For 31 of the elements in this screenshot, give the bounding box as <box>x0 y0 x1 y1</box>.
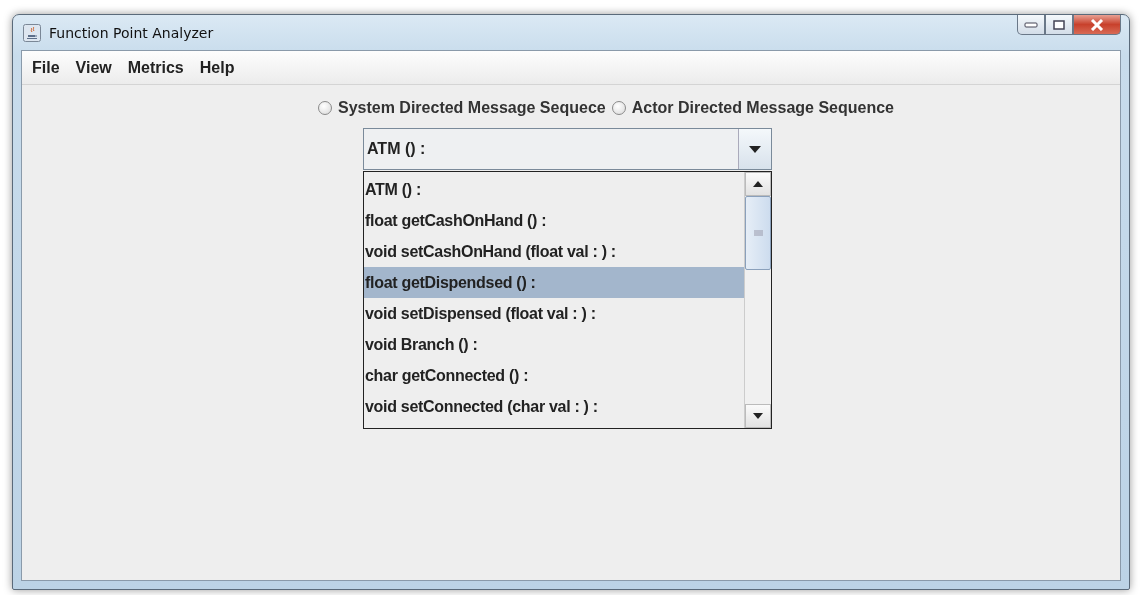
radio-button[interactable] <box>611 101 626 115</box>
close-icon <box>1090 18 1104 31</box>
minimize-icon <box>1024 21 1038 28</box>
menu-item[interactable]: Metrics <box>122 58 189 77</box>
list-item[interactable]: void setCashOnHand (float val : ) : <box>364 236 744 267</box>
list-item[interactable]: float getDispendsed () : <box>364 267 744 298</box>
up-arrow-icon <box>753 181 763 187</box>
radio-button[interactable] <box>318 101 332 115</box>
menu-item[interactable]: Help <box>194 58 240 77</box>
menu-item[interactable]: File <box>27 58 65 77</box>
radio-label[interactable]: Actor Directed Message Sequence <box>631 99 894 117</box>
close-button[interactable] <box>1073 15 1121 35</box>
list-item[interactable]: char getConnected () : <box>364 360 744 391</box>
minimize-button[interactable] <box>1017 15 1045 35</box>
menu-item[interactable]: View <box>70 58 117 77</box>
list-item[interactable]: void setConnected (char val : ) : <box>364 391 744 422</box>
maximize-icon <box>1053 19 1065 30</box>
list-item[interactable]: void Branch () : <box>364 329 744 360</box>
maximize-button[interactable] <box>1045 15 1073 35</box>
scroll-up-button[interactable] <box>745 172 771 196</box>
caret-icon <box>738 129 771 169</box>
scroll-down-button[interactable] <box>745 404 771 428</box>
dropdown[interactable]: ATM () : <box>363 128 772 170</box>
list-item[interactable]: ATM () : <box>364 174 744 205</box>
radio-label[interactable]: System Directed Message Sequece <box>338 99 606 117</box>
list-item[interactable]: float getCashOnHand () : <box>364 205 744 236</box>
down-arrow-icon <box>753 413 763 419</box>
list-item[interactable]: void setDispensed (float val : ) : <box>364 298 744 329</box>
scrollbar-thumb[interactable] <box>745 196 771 270</box>
window-title: Function Point Analyzer <box>49 24 214 41</box>
cup-icon <box>23 23 41 42</box>
